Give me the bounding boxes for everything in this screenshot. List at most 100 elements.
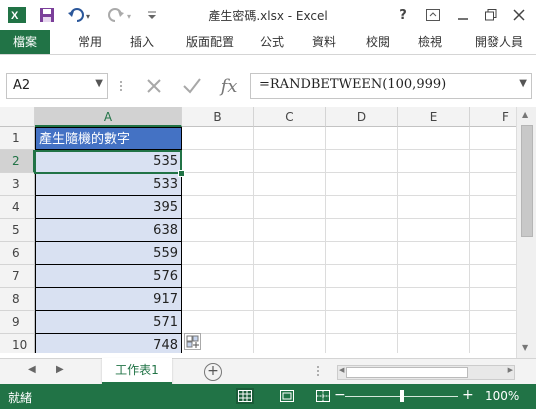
scroll-down-icon[interactable]: ▼	[522, 343, 528, 352]
row-header[interactable]: 2	[0, 150, 35, 173]
empty-cell[interactable]	[470, 242, 516, 265]
empty-cell[interactable]	[254, 334, 326, 353]
prev-sheet-icon[interactable]: ◀	[28, 364, 36, 375]
page-break-preview-icon[interactable]	[314, 388, 332, 404]
empty-cell[interactable]	[254, 173, 326, 196]
cell-a5[interactable]: 638	[35, 219, 182, 242]
cancel-icon[interactable]	[140, 74, 168, 98]
scroll-left-icon[interactable]: ◀	[339, 366, 344, 374]
cell-a7[interactable]: 576	[35, 265, 182, 288]
add-sheet-button[interactable]: +	[204, 363, 222, 381]
worksheet-grid[interactable]: A B C D E F 1 2 3 4 5 6 7 8 9 10 產生隨機的數字…	[0, 107, 516, 353]
row-header[interactable]: 7	[0, 265, 35, 288]
zoom-slider-thumb[interactable]	[400, 390, 404, 402]
empty-cell[interactable]	[398, 265, 470, 288]
tab-split-handle[interactable]	[316, 364, 320, 378]
empty-cell[interactable]	[326, 127, 398, 150]
empty-cell[interactable]	[182, 196, 254, 219]
cell-a4[interactable]: 395	[35, 196, 182, 219]
empty-cell[interactable]	[398, 173, 470, 196]
tab-file[interactable]: 檔案	[0, 30, 50, 54]
minimize-button[interactable]	[450, 4, 476, 26]
sheet-tab-active[interactable]: 工作表1	[102, 358, 172, 384]
help-button[interactable]: ?	[390, 4, 416, 26]
cell-a9[interactable]: 571	[35, 311, 182, 334]
empty-cell[interactable]	[254, 288, 326, 311]
tab-developer[interactable]: 開發人員	[466, 30, 532, 54]
empty-cell[interactable]	[398, 219, 470, 242]
empty-cell[interactable]	[398, 196, 470, 219]
empty-cell[interactable]	[326, 311, 398, 334]
empty-cell[interactable]	[470, 311, 516, 334]
name-box[interactable]: A2 ▼	[6, 73, 108, 99]
empty-cell[interactable]	[470, 219, 516, 242]
tab-data[interactable]: 資料	[306, 30, 342, 54]
empty-cell[interactable]	[326, 288, 398, 311]
cell-a8[interactable]: 917	[35, 288, 182, 311]
scroll-right-icon[interactable]: ▶	[508, 366, 513, 374]
empty-cell[interactable]	[182, 311, 254, 334]
insert-function-button[interactable]: fx	[214, 74, 244, 98]
cell-a1[interactable]: 產生隨機的數字	[35, 127, 182, 150]
restore-button[interactable]	[478, 4, 504, 26]
empty-cell[interactable]	[254, 265, 326, 288]
empty-cell[interactable]	[326, 265, 398, 288]
empty-cell[interactable]	[254, 219, 326, 242]
close-button[interactable]	[506, 4, 532, 26]
horizontal-scroll-thumb[interactable]	[346, 367, 468, 378]
quick-analysis-icon[interactable]	[184, 333, 201, 350]
empty-cell[interactable]	[398, 288, 470, 311]
empty-cell[interactable]	[470, 127, 516, 150]
row-header[interactable]: 1	[0, 127, 35, 150]
tab-home[interactable]: 常用	[72, 30, 108, 54]
tab-insert[interactable]: 插入	[124, 30, 160, 54]
tab-view[interactable]: 檢視	[412, 30, 448, 54]
empty-cell[interactable]	[182, 150, 254, 173]
empty-cell[interactable]	[326, 219, 398, 242]
normal-view-icon[interactable]	[236, 388, 254, 404]
formula-input[interactable]: =RANDBETWEEN(100,999) ▼	[250, 73, 532, 99]
empty-cell[interactable]	[182, 173, 254, 196]
empty-cell[interactable]	[182, 265, 254, 288]
empty-cell[interactable]	[254, 196, 326, 219]
cell-a6[interactable]: 559	[35, 242, 182, 265]
empty-cell[interactable]	[254, 150, 326, 173]
column-header-d[interactable]: D	[326, 107, 398, 127]
next-sheet-icon[interactable]: ▶	[56, 364, 64, 375]
empty-cell[interactable]	[398, 150, 470, 173]
horizontal-scrollbar[interactable]: ◀ ▶	[337, 365, 515, 380]
column-header-b[interactable]: B	[182, 107, 254, 127]
ribbon-display-options-icon[interactable]	[420, 4, 446, 26]
tab-page-layout[interactable]: 版面配置	[178, 30, 242, 54]
empty-cell[interactable]	[326, 196, 398, 219]
zoom-level[interactable]: 100%	[485, 389, 519, 403]
empty-cell[interactable]	[470, 334, 516, 353]
row-header[interactable]: 9	[0, 311, 35, 334]
chevron-down-icon[interactable]: ▼	[95, 78, 103, 89]
row-header[interactable]: 6	[0, 242, 35, 265]
empty-cell[interactable]	[182, 127, 254, 150]
zoom-out-button[interactable]: −	[334, 387, 346, 403]
expand-formula-bar-icon[interactable]: ▼	[519, 78, 527, 89]
row-header[interactable]: 10	[0, 334, 35, 353]
empty-cell[interactable]	[326, 242, 398, 265]
empty-cell[interactable]	[398, 334, 470, 353]
row-header[interactable]: 5	[0, 219, 35, 242]
row-header[interactable]: 4	[0, 196, 35, 219]
column-header-c[interactable]: C	[254, 107, 326, 127]
column-header-a[interactable]: A	[35, 107, 182, 127]
row-header[interactable]: 8	[0, 288, 35, 311]
zoom-in-button[interactable]: +	[462, 387, 474, 403]
fill-handle[interactable]	[178, 170, 185, 177]
page-layout-view-icon[interactable]	[278, 388, 296, 404]
column-header-f[interactable]: F	[470, 107, 516, 127]
empty-cell[interactable]	[326, 150, 398, 173]
empty-cell[interactable]	[182, 242, 254, 265]
empty-cell[interactable]	[470, 288, 516, 311]
empty-cell[interactable]	[470, 150, 516, 173]
cell-a3[interactable]: 533	[35, 173, 182, 196]
vertical-scrollbar[interactable]: ▲ ▼	[516, 107, 536, 358]
empty-cell[interactable]	[254, 311, 326, 334]
empty-cell[interactable]	[398, 127, 470, 150]
vertical-scroll-thumb[interactable]	[521, 125, 533, 237]
